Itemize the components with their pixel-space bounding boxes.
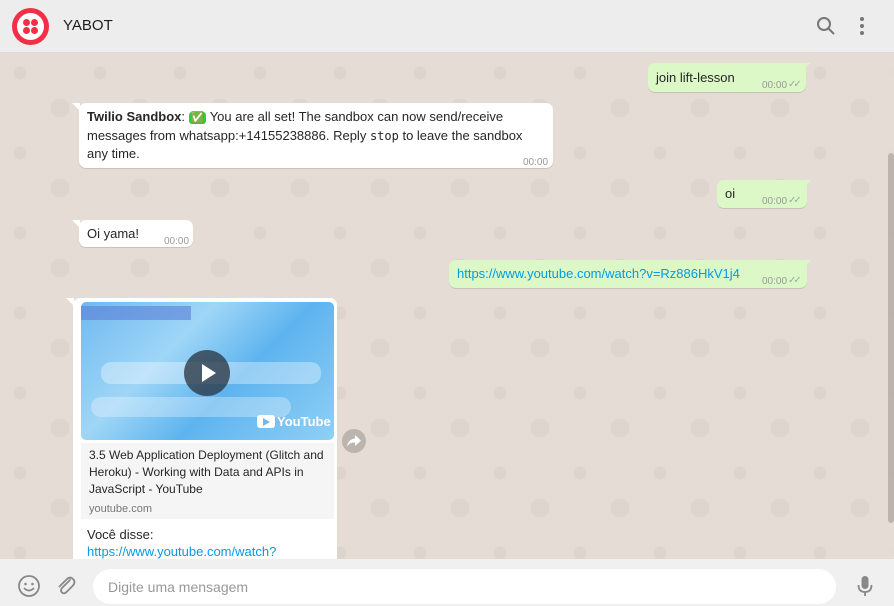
twilio-logo[interactable] — [12, 8, 49, 45]
message-time: 00:00 — [164, 236, 190, 247]
message-incoming[interactable]: Oi yama! 00:00 — [79, 220, 193, 247]
preview-meta[interactable]: 3.5 Web Application Deployment (Glitch a… — [81, 443, 334, 519]
mic-icon[interactable] — [856, 574, 874, 598]
bubble-tail — [802, 63, 810, 71]
compose-bar — [0, 559, 894, 606]
bubble-tail — [72, 103, 80, 111]
play-icon[interactable] — [184, 350, 230, 396]
message-incoming[interactable]: Twilio Sandbox: ✅ You are all set! The s… — [79, 103, 553, 168]
bubble-tail — [803, 180, 811, 188]
read-ticks-icon: ✓✓ — [788, 79, 802, 90]
message-input[interactable] — [93, 569, 836, 604]
emoji-icon[interactable] — [17, 574, 41, 598]
message-text: oi — [725, 186, 736, 201]
message-outgoing[interactable]: join lift-lesson 00:00 ✓✓ — [648, 63, 806, 92]
bubble-tail — [803, 260, 811, 268]
code-text: stop — [369, 129, 399, 143]
message-text-block: Twilio Sandbox: ✅ You are all set! The s… — [87, 109, 523, 161]
preview-title: 3.5 Web Application Deployment (Glitch a… — [89, 448, 324, 496]
attach-icon[interactable] — [55, 574, 77, 598]
said-label: Você disse: — [87, 527, 154, 542]
said-link[interactable]: https://www.youtube.com/watch? — [87, 544, 276, 559]
message-text: Oi yama! — [87, 226, 140, 241]
link-preview-message[interactable]: YouTube 3.5 Web Application Deployment (… — [73, 298, 337, 559]
menu-dots-icon[interactable] — [851, 15, 873, 37]
scrollbar[interactable] — [888, 153, 894, 523]
forward-icon — [347, 435, 361, 447]
sender-name: Twilio Sandbox — [87, 109, 182, 124]
message-list[interactable]: join lift-lesson 00:00 ✓✓ Twilio Sandbox… — [0, 53, 894, 559]
youtube-logo: YouTube — [257, 414, 331, 429]
preview-domain: youtube.com — [89, 503, 152, 515]
video-thumbnail[interactable]: YouTube — [81, 302, 334, 440]
message-time: 00:00 — [762, 276, 788, 287]
forward-button[interactable] — [342, 429, 366, 453]
chat-header: YABOT — [0, 0, 894, 53]
chat-title[interactable]: YABOT — [63, 17, 113, 34]
read-ticks-icon: ✓✓ — [788, 195, 802, 206]
message-time: 00:00 — [762, 196, 788, 207]
message-time: 00:00 — [762, 80, 788, 91]
read-ticks-icon: ✓✓ — [788, 275, 802, 286]
message-link[interactable]: https://www.youtube.com/watch?v=Rz886HkV… — [457, 265, 740, 283]
message-time: 00:00 — [523, 157, 549, 168]
bubble-tail — [72, 220, 80, 228]
search-icon[interactable] — [815, 15, 837, 37]
check-emoji-icon: ✅ — [188, 112, 207, 124]
message-text: join lift-lesson — [656, 70, 735, 85]
youtube-brand: YouTube — [277, 414, 331, 429]
message-outgoing[interactable]: oi 00:00 ✓✓ — [717, 180, 807, 208]
message-outgoing[interactable]: https://www.youtube.com/watch?v=Rz886HkV… — [449, 260, 807, 288]
